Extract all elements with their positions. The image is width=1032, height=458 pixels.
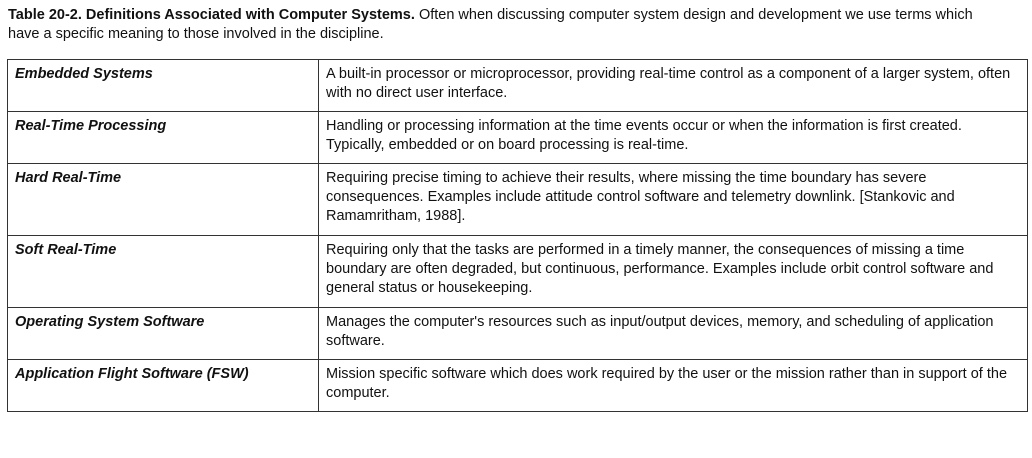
definition-cell: Manages the computer's resources such as…	[318, 307, 1028, 360]
table-row: Embedded Systems A built-in processor or…	[7, 59, 1028, 112]
term-cell: Operating System Software	[7, 307, 319, 360]
definition-cell: Requiring only that the tasks are perfor…	[318, 235, 1028, 308]
table-row: Application Flight Software (FSW) Missio…	[7, 359, 1028, 412]
term-cell: Hard Real-Time	[7, 163, 319, 236]
definitions-table: Embedded Systems A built-in processor or…	[7, 59, 1028, 412]
term-cell: Application Flight Software (FSW)	[7, 359, 319, 412]
table-caption: Table 20-2. Definitions Associated with …	[8, 6, 1008, 44]
table-row: Operating System Software Manages the co…	[7, 307, 1028, 360]
term-cell: Soft Real-Time	[7, 235, 319, 308]
definition-cell: Mission specific software which does wor…	[318, 359, 1028, 412]
definition-cell: Handling or processing information at th…	[318, 111, 1028, 164]
table-row: Hard Real-Time Requiring precise timing …	[7, 163, 1028, 236]
definition-cell: Requiring precise timing to achieve thei…	[318, 163, 1028, 236]
table-row: Real-Time Processing Handling or process…	[7, 111, 1028, 164]
term-cell: Embedded Systems	[7, 59, 319, 112]
table-row: Soft Real-Time Requiring only that the t…	[7, 235, 1028, 308]
term-cell: Real-Time Processing	[7, 111, 319, 164]
table-caption-title: Table 20-2. Definitions Associated with …	[8, 7, 415, 23]
definition-cell: A built-in processor or microprocessor, …	[318, 59, 1028, 112]
